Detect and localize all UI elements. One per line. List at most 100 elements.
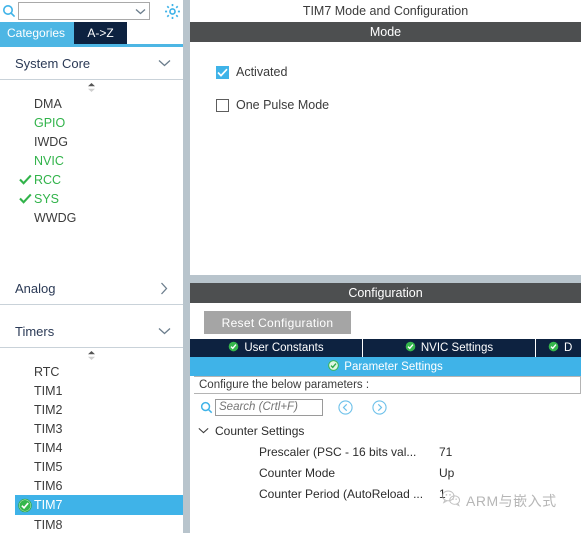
sidebar-item-label: WWDG: [34, 210, 77, 225]
search-icon: [0, 0, 18, 22]
sidebar-item-nvic[interactable]: NVIC: [0, 151, 183, 170]
stm32cubemx-pinout-configuration-window: Categories A->Z System Core DMA GPIO IWD…: [0, 0, 581, 533]
sidebar-item-wwdg[interactable]: WWDG: [0, 208, 183, 227]
scroll-indicator[interactable]: [0, 348, 183, 362]
category-tree[interactable]: System Core DMA GPIO IWDG NVIC RCC SYS W…: [0, 47, 183, 533]
sidebar-item-tim1[interactable]: TIM1: [0, 381, 183, 400]
checkbox-row-activated[interactable]: Activated: [216, 60, 581, 84]
param-value[interactable]: 1: [439, 487, 446, 501]
system-core-spacer: [0, 227, 183, 272]
mode-section-body: Activated One Pulse Mode: [190, 42, 581, 275]
sidebar-item-tim6[interactable]: TIM6: [0, 476, 183, 495]
parameter-search-input[interactable]: [215, 398, 323, 416]
sidebar-item-dma[interactable]: DMA: [0, 94, 183, 113]
sidebar-item-label: TIM7: [34, 498, 63, 512]
mode-section-header: Mode: [190, 22, 581, 42]
param-value[interactable]: 71: [439, 445, 452, 459]
gear-icon[interactable]: [161, 0, 183, 22]
sidebar-item-tim4[interactable]: TIM4: [0, 438, 183, 457]
param-label: Counter Period (AutoReload ...: [259, 486, 424, 501]
reset-row: Reset Configuration: [190, 303, 581, 339]
activated-label: Activated: [236, 65, 288, 79]
one-pulse-mode-checkbox[interactable]: [216, 98, 229, 112]
param-row-counter-mode[interactable]: Counter Mode Up: [190, 462, 581, 483]
sidebar-item-label: RTC: [34, 364, 60, 379]
tab-label: User Constants: [244, 342, 324, 354]
sidebar-item-gpio[interactable]: GPIO: [0, 113, 183, 132]
sidebar-item-sys[interactable]: SYS: [0, 189, 183, 208]
sidebar-item-label: SYS: [34, 191, 60, 206]
sidebar-item-label: RCC: [34, 172, 62, 187]
category-group-system-core[interactable]: System Core: [0, 47, 183, 80]
page-title: TIM7 Mode and Configuration: [190, 0, 581, 22]
reset-configuration-button[interactable]: Reset Configuration: [204, 311, 351, 334]
checkbox-row-one-pulse-mode[interactable]: One Pulse Mode: [216, 93, 581, 117]
check-circle-icon: [328, 359, 340, 374]
checkmark-icon: [18, 173, 32, 187]
sidebar-item-rcc[interactable]: RCC: [0, 170, 183, 189]
categories-tabbar: Categories A->Z: [0, 22, 183, 44]
param-value[interactable]: Up: [439, 466, 454, 480]
category-group-analog[interactable]: Analog: [0, 272, 183, 305]
sidebar-item-label: NVIC: [34, 153, 64, 168]
chevron-down-icon[interactable]: [131, 3, 149, 19]
scroll-indicator[interactable]: [0, 80, 183, 94]
sidebar-item-label: TIM8: [34, 517, 63, 532]
panel-splitter-vertical[interactable]: [183, 0, 190, 533]
tab-dma-settings[interactable]: D: [536, 339, 581, 357]
tabbar-filler: [127, 22, 183, 44]
category-group-timers[interactable]: Timers: [0, 315, 183, 348]
activated-checkbox[interactable]: [216, 65, 229, 79]
sidebar-item-rtc[interactable]: RTC: [0, 362, 183, 381]
sidebar-item-label: TIM1: [34, 383, 63, 398]
parameter-search-row: [190, 394, 581, 420]
param-label: Prescaler (PSC - 16 bits val...: [259, 444, 417, 459]
search-icon: [198, 399, 214, 415]
tab-label: NVIC Settings: [420, 342, 494, 354]
sidebar-item-tim7[interactable]: TIM7: [15, 495, 183, 515]
chevron-down-icon[interactable]: [157, 324, 171, 338]
tab-user-constants[interactable]: User Constants: [190, 339, 363, 357]
sidebar-item-label: TIM3: [34, 421, 63, 436]
configuration-section-header: Configuration: [190, 283, 581, 303]
sidebar-item-label: TIM2: [34, 402, 63, 417]
component-search-combobox[interactable]: [18, 2, 150, 20]
chevron-left-circle-icon[interactable]: [337, 399, 353, 415]
sidebar-item-tim8[interactable]: TIM8: [0, 515, 183, 533]
configuration-section: Configuration Reset Configuration User C…: [190, 283, 581, 504]
sidebar-item-tim3[interactable]: TIM3: [0, 419, 183, 438]
sidebar-item-label: TIM4: [34, 440, 63, 455]
component-search-row: [0, 0, 183, 22]
panel-splitter-horizontal[interactable]: [190, 275, 581, 283]
tab-label: Parameter Settings: [344, 360, 443, 373]
tab-categories[interactable]: Categories: [0, 22, 74, 44]
category-group-label: Timers: [15, 323, 55, 339]
categories-panel: Categories A->Z System Core DMA GPIO IWD…: [0, 0, 183, 533]
param-group-label: Counter Settings: [215, 423, 305, 438]
check-circle-icon: [405, 341, 416, 355]
chevron-down-icon[interactable]: [196, 424, 210, 438]
sidebar-item-label: GPIO: [34, 115, 66, 130]
sidebar-item-iwdg[interactable]: IWDG: [0, 132, 183, 151]
category-group-label: System Core: [15, 55, 91, 71]
param-row-counter-period[interactable]: Counter Period (AutoReload ... 1: [190, 483, 581, 504]
param-label: Counter Mode: [259, 465, 336, 480]
sidebar-item-label: TIM5: [34, 459, 63, 474]
chevron-down-icon[interactable]: [157, 56, 171, 70]
tab-parameter-settings[interactable]: Parameter Settings: [190, 357, 581, 376]
param-row-prescaler[interactable]: Prescaler (PSC - 16 bits val... 71: [190, 441, 581, 462]
sidebar-item-label: DMA: [34, 96, 62, 111]
param-group-counter-settings[interactable]: Counter Settings: [190, 420, 581, 441]
sidebar-item-label: TIM6: [34, 478, 63, 493]
chevron-right-icon[interactable]: [157, 281, 171, 295]
sidebar-item-tim2[interactable]: TIM2: [0, 400, 183, 419]
sidebar-item-tim5[interactable]: TIM5: [0, 457, 183, 476]
checkmark-icon: [18, 192, 32, 206]
tab-a-to-z[interactable]: A->Z: [74, 22, 127, 44]
analog-spacer: [0, 305, 183, 315]
configuration-tabbar: User Constants NVIC Settings D: [190, 339, 581, 357]
chevron-right-circle-icon[interactable]: [371, 399, 387, 415]
mode-and-configuration-panel: TIM7 Mode and Configuration Mode Activat…: [190, 0, 581, 533]
tab-label: D: [564, 342, 573, 354]
tab-nvic-settings[interactable]: NVIC Settings: [363, 339, 536, 357]
